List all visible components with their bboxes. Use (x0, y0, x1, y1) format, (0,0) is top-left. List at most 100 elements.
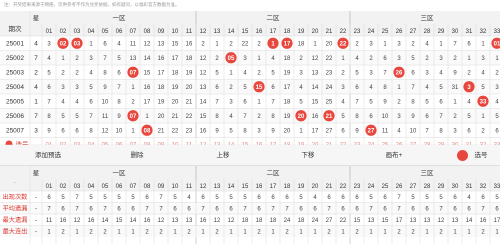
stat-value: 14 (466, 218, 473, 224)
miss-count: 4 (481, 70, 485, 76)
drawn-ball-number: 17 (284, 41, 291, 47)
stat-value: 5 (103, 195, 107, 201)
stat-value: 22 (340, 218, 347, 224)
number-header: 09 (158, 184, 165, 190)
number-header: 16 (256, 29, 263, 35)
stat-value: 5 (243, 195, 247, 201)
number-header: 04 (88, 29, 95, 35)
stat-value: 13 (368, 218, 375, 224)
miss-count: 9 (215, 128, 219, 134)
miss-count: 18 (298, 41, 305, 47)
stat-value: 7 (75, 195, 79, 201)
miss-count: 6 (439, 99, 443, 105)
miss-count: 8 (243, 128, 247, 134)
miss-count: 16 (158, 56, 165, 62)
move-down-button[interactable]: 下移 (293, 149, 323, 162)
miss-count: 19 (284, 70, 291, 76)
stat-value: 17 (494, 218, 500, 224)
number-header: 24 (368, 29, 375, 35)
number-header: 31 (466, 184, 473, 190)
miss-count: 22 (186, 114, 193, 120)
miss-count: 18 (284, 99, 291, 105)
miss-count: 16 (312, 114, 319, 120)
drawn-ball-number: 03 (74, 41, 81, 47)
stat-value: 15 (382, 218, 389, 224)
miss-count: 2 (61, 70, 65, 76)
miss-count: 6 (75, 128, 79, 134)
drawn-ball-number: 02 (60, 41, 67, 47)
number-header: 20 (312, 29, 319, 35)
stat-value: 6 (481, 195, 485, 201)
number-header: 27 (410, 184, 417, 190)
stat-value: 7 (397, 195, 401, 201)
stat-value: 6 (257, 195, 261, 201)
miss-count: 9 (355, 128, 359, 134)
miss-count: 3 (47, 41, 51, 47)
number-header: 06 (116, 184, 123, 190)
miss-count: 9 (47, 128, 51, 134)
toolbar: 添加预选 删除 上移 下移 画布+ 选号 (0, 145, 500, 166)
drawn-ball-number: 05 (228, 56, 235, 62)
miss-count: 4 (243, 70, 247, 76)
miss-count: 14 (144, 56, 151, 62)
miss-count: 5 (215, 70, 219, 76)
stat-value: 6 (383, 195, 387, 201)
drawn-ball-number: 01 (494, 41, 500, 47)
pick-number-icon[interactable] (457, 150, 468, 161)
miss-count: 6 (103, 41, 107, 47)
number-header: 28 (424, 29, 431, 35)
number-header: 06 (116, 29, 123, 35)
miss-count: 1 (229, 70, 233, 76)
miss-count: 2 (355, 41, 359, 47)
number-header: 13 (214, 184, 221, 190)
number-header: 27 (410, 29, 417, 35)
stat-label: 平均遗漏 (3, 205, 28, 213)
miss-count: 4 (495, 99, 499, 105)
issue-cell: 25006 (6, 113, 24, 120)
trend-grid[interactable]: 期次星 一区 二区 三区01 02 03 04 05 06 07 08 09 10 11 12 13 14 15 1… (0, 11, 500, 145)
stat-value: 16 (60, 218, 67, 224)
pick-number-button[interactable]: 选号 (469, 149, 493, 162)
star-cell: 3 (34, 128, 38, 135)
miss-count: 16 (186, 41, 193, 47)
miss-count: 12 (312, 56, 319, 62)
number-header: 26 (396, 184, 403, 190)
stat-value: 12 (74, 218, 81, 224)
zone-header: 三区 (421, 14, 435, 22)
zone-header: 二区 (267, 169, 281, 177)
miss-count: 5 (47, 70, 51, 76)
stat-value: 5 (425, 195, 429, 201)
issue-cell: 25005 (6, 99, 24, 106)
miss-count: 7 (453, 41, 457, 47)
miss-count: 6 (89, 99, 93, 105)
miss-count: 17 (158, 70, 165, 76)
star-cell: 7 (34, 113, 38, 120)
delete-button[interactable]: 删除 (122, 149, 152, 162)
stat-value: 12 (158, 218, 165, 224)
number-header: 15 (242, 29, 249, 35)
miss-count: 16 (200, 128, 207, 134)
miss-count: 3 (229, 99, 233, 105)
number-header: 11 (186, 29, 193, 35)
number-header: 23 (354, 184, 361, 190)
stat-value: 5 (369, 195, 373, 201)
add-preselect-button[interactable]: 添加预选 (26, 149, 70, 162)
canvas-plus-button[interactable]: 画布+ (376, 149, 412, 162)
issue-cell: 25004 (6, 84, 24, 91)
stat-value: 15 (116, 218, 123, 224)
miss-count: 11 (102, 114, 109, 120)
drawn-ball-number: 26 (396, 70, 403, 76)
move-up-button[interactable]: 上移 (208, 149, 238, 162)
star-header: 星 (33, 169, 40, 177)
miss-count: 10 (102, 99, 109, 105)
miss-count: 1 (453, 99, 457, 105)
miss-count: 1 (481, 41, 485, 47)
star-cell: - (35, 206, 37, 213)
miss-count: 2 (467, 70, 471, 76)
miss-count: 1 (89, 41, 93, 47)
stat-value: 13 (172, 218, 179, 224)
stat-value: 6 (47, 195, 51, 201)
miss-count: 10 (382, 114, 389, 120)
miss-count: 15 (172, 41, 179, 47)
number-header: 28 (424, 184, 431, 190)
